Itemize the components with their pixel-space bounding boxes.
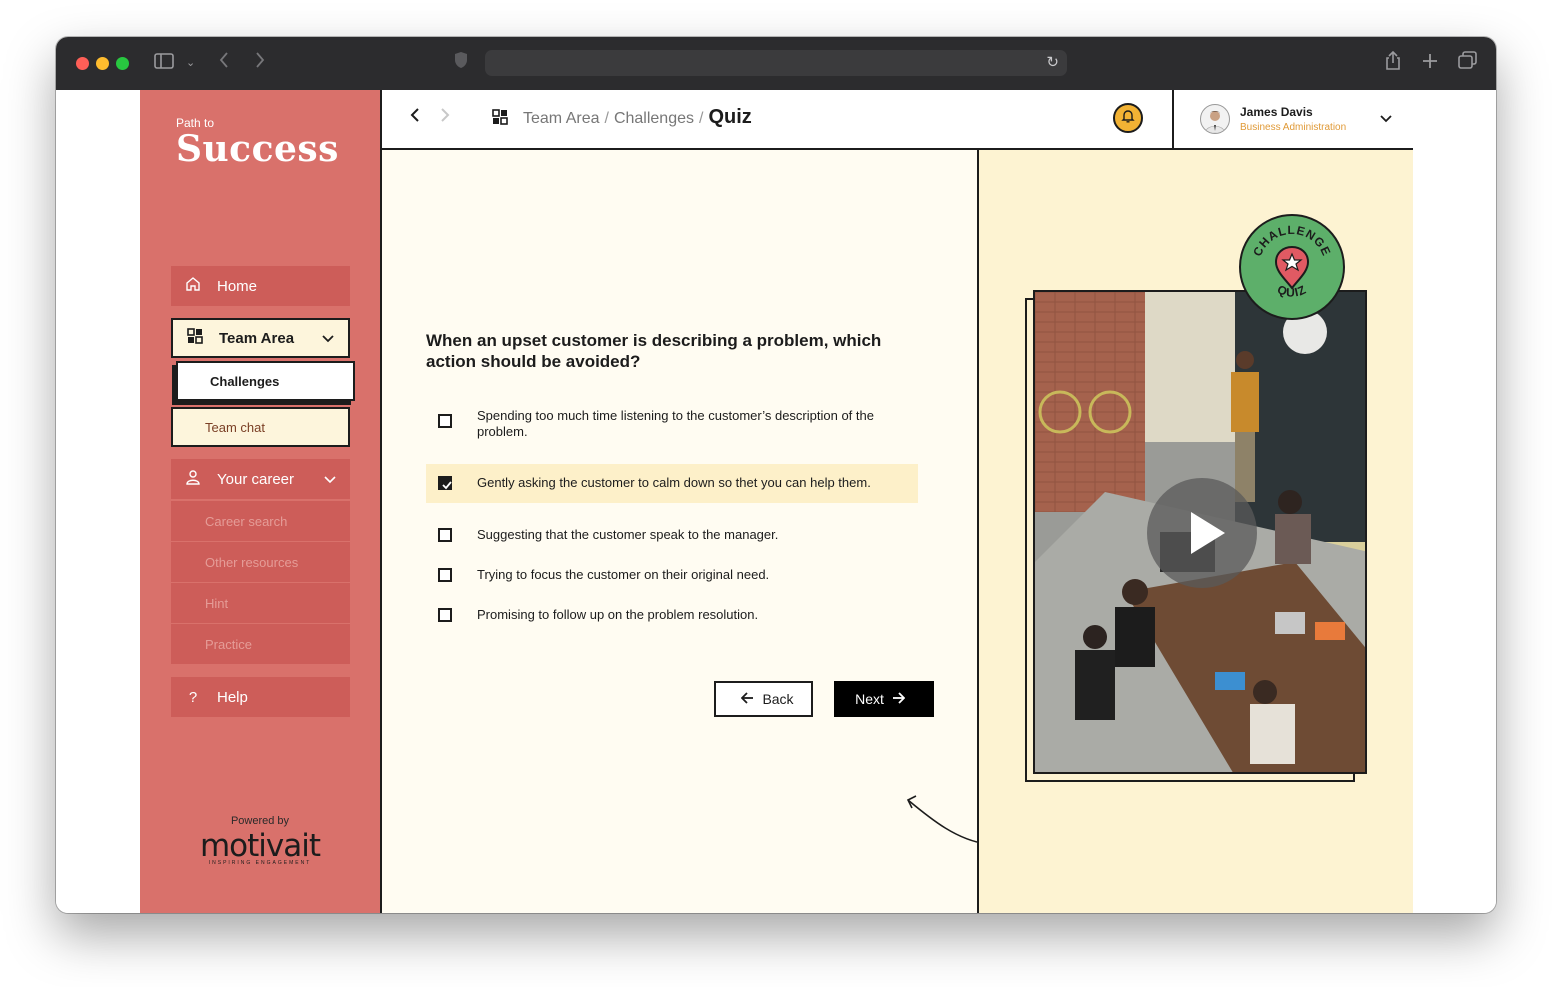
sidebar-item-team-area[interactable]: Team Area bbox=[171, 318, 350, 358]
quiz-option-3[interactable]: Suggesting that the customer speak to th… bbox=[426, 527, 918, 547]
play-button[interactable] bbox=[1147, 478, 1257, 588]
maximize-window-button[interactable] bbox=[116, 57, 129, 70]
notifications-button[interactable] bbox=[1113, 103, 1143, 133]
sidebar-subitem-other-resources[interactable]: Other resources bbox=[171, 542, 350, 582]
user-role: Business Administration bbox=[1240, 122, 1347, 133]
breadcrumb-team-area[interactable]: Team Area bbox=[523, 110, 599, 127]
sidebar-item-label: Your career bbox=[217, 470, 294, 488]
option-text: Gently asking the customer to calm down … bbox=[477, 475, 871, 490]
challenge-quiz-badge: CHALLENGE QUIZ bbox=[1239, 214, 1345, 320]
option-checkbox[interactable] bbox=[438, 608, 452, 622]
browser-toolbar: ⌄ ↻ bbox=[56, 37, 1496, 90]
reload-icon[interactable]: ↻ bbox=[1046, 53, 1059, 71]
next-button[interactable]: Next bbox=[834, 681, 934, 717]
tabs-overview-icon[interactable] bbox=[1458, 51, 1478, 75]
back-chevron-icon[interactable] bbox=[410, 107, 420, 128]
minimize-window-button[interactable] bbox=[96, 57, 109, 70]
sidebar-item-your-career[interactable]: Your career bbox=[171, 459, 350, 499]
motivait-logo: motivait bbox=[199, 828, 321, 864]
sidebar-item-home[interactable]: Home bbox=[171, 266, 350, 306]
logo-tagline: INSPIRING ENGAGEMENT bbox=[208, 860, 312, 866]
grid-icon bbox=[185, 328, 205, 348]
avatar[interactable] bbox=[1200, 104, 1230, 134]
breadcrumb-challenges[interactable]: Challenges bbox=[614, 110, 694, 127]
quiz-option-4[interactable]: Trying to focus the customer on their or… bbox=[426, 567, 918, 587]
sidebar-item-label: Team Area bbox=[219, 329, 295, 347]
sidebar-item-label: Home bbox=[217, 277, 258, 295]
browser-back-icon[interactable] bbox=[218, 51, 230, 75]
quiz-option-1[interactable]: Spending too much time listening to the … bbox=[426, 408, 918, 442]
new-tab-icon[interactable] bbox=[1422, 51, 1438, 75]
arrow-left-icon bbox=[741, 691, 754, 707]
quiz-question: When an upset customer is describing a p… bbox=[426, 331, 882, 371]
option-checkbox[interactable] bbox=[438, 568, 452, 582]
browser-forward-icon[interactable] bbox=[254, 51, 266, 75]
play-icon bbox=[1191, 512, 1225, 554]
arrow-right-icon bbox=[892, 691, 906, 707]
sidebar-subitem-challenges[interactable]: Challenges bbox=[176, 361, 355, 401]
shield-icon bbox=[454, 51, 468, 75]
back-button[interactable]: Back bbox=[714, 681, 813, 717]
user-name: James Davis bbox=[1240, 105, 1313, 119]
sidebar-subitem-hint[interactable]: Hint bbox=[171, 583, 350, 623]
sidebar-subitem-practice[interactable]: Practice bbox=[171, 624, 350, 664]
option-checkbox-checked[interactable] bbox=[438, 476, 452, 490]
quiz-option-5[interactable]: Promising to follow up on the problem re… bbox=[426, 607, 918, 627]
option-checkbox[interactable] bbox=[438, 528, 452, 542]
page-title: Quiz bbox=[708, 106, 752, 128]
media-panel: CHALLENGE QUIZ bbox=[979, 150, 1413, 913]
quiz-option-2[interactable]: Gently asking the customer to calm down … bbox=[426, 464, 918, 503]
sidebar-item-label: Help bbox=[217, 688, 248, 706]
quiz-panel: When an upset customer is describing a p… bbox=[382, 150, 1065, 913]
chevron-down-icon[interactable]: ⌄ bbox=[186, 51, 195, 75]
back-button-label: Back bbox=[762, 691, 794, 707]
bell-icon bbox=[1121, 109, 1135, 128]
chevron-down-icon[interactable] bbox=[1380, 110, 1392, 128]
sidebar: Path to Success Home Team Area Challenge… bbox=[140, 90, 382, 913]
option-text: Spending too much time listening to the … bbox=[477, 408, 874, 439]
user-icon bbox=[183, 469, 203, 489]
sidebar-subitem-team-chat[interactable]: Team chat bbox=[171, 407, 350, 447]
share-icon[interactable] bbox=[1384, 50, 1402, 77]
sidebar-subitem-career-search[interactable]: Career search bbox=[171, 501, 350, 541]
forward-chevron-icon[interactable] bbox=[440, 107, 450, 128]
brand-title: Success bbox=[176, 128, 339, 170]
chevron-down-icon bbox=[322, 330, 334, 347]
grid-icon bbox=[492, 109, 508, 130]
close-window-button[interactable] bbox=[76, 57, 89, 70]
chevron-down-icon bbox=[324, 471, 336, 488]
option-text: Suggesting that the customer speak to th… bbox=[477, 527, 779, 542]
next-button-label: Next bbox=[855, 691, 884, 707]
breadcrumb: Team Area / Challenges / Quiz bbox=[523, 106, 752, 128]
header-divider bbox=[1172, 90, 1174, 148]
option-text: Trying to focus the customer on their or… bbox=[477, 567, 770, 582]
option-checkbox[interactable] bbox=[438, 414, 452, 428]
sidebar-item-help[interactable]: ? Help bbox=[171, 677, 350, 717]
page-content: Path to Success Home Team Area Challenge… bbox=[56, 90, 1496, 913]
video-thumbnail[interactable] bbox=[1033, 290, 1367, 774]
address-bar[interactable]: ↻ bbox=[485, 50, 1067, 76]
home-icon bbox=[183, 276, 203, 296]
powered-by-label: Powered by bbox=[230, 815, 290, 827]
browser-window: ⌄ ↻ Path to Success Home Team Area Chall… bbox=[56, 37, 1496, 913]
top-header: Team Area / Challenges / Quiz James Davis Bu… bbox=[382, 90, 1413, 150]
sidebar-toggle-icon[interactable] bbox=[154, 51, 174, 75]
option-text: Promising to follow up on the problem re… bbox=[477, 607, 759, 622]
star-pin-icon bbox=[1274, 245, 1310, 290]
help-icon: ? bbox=[188, 688, 198, 706]
